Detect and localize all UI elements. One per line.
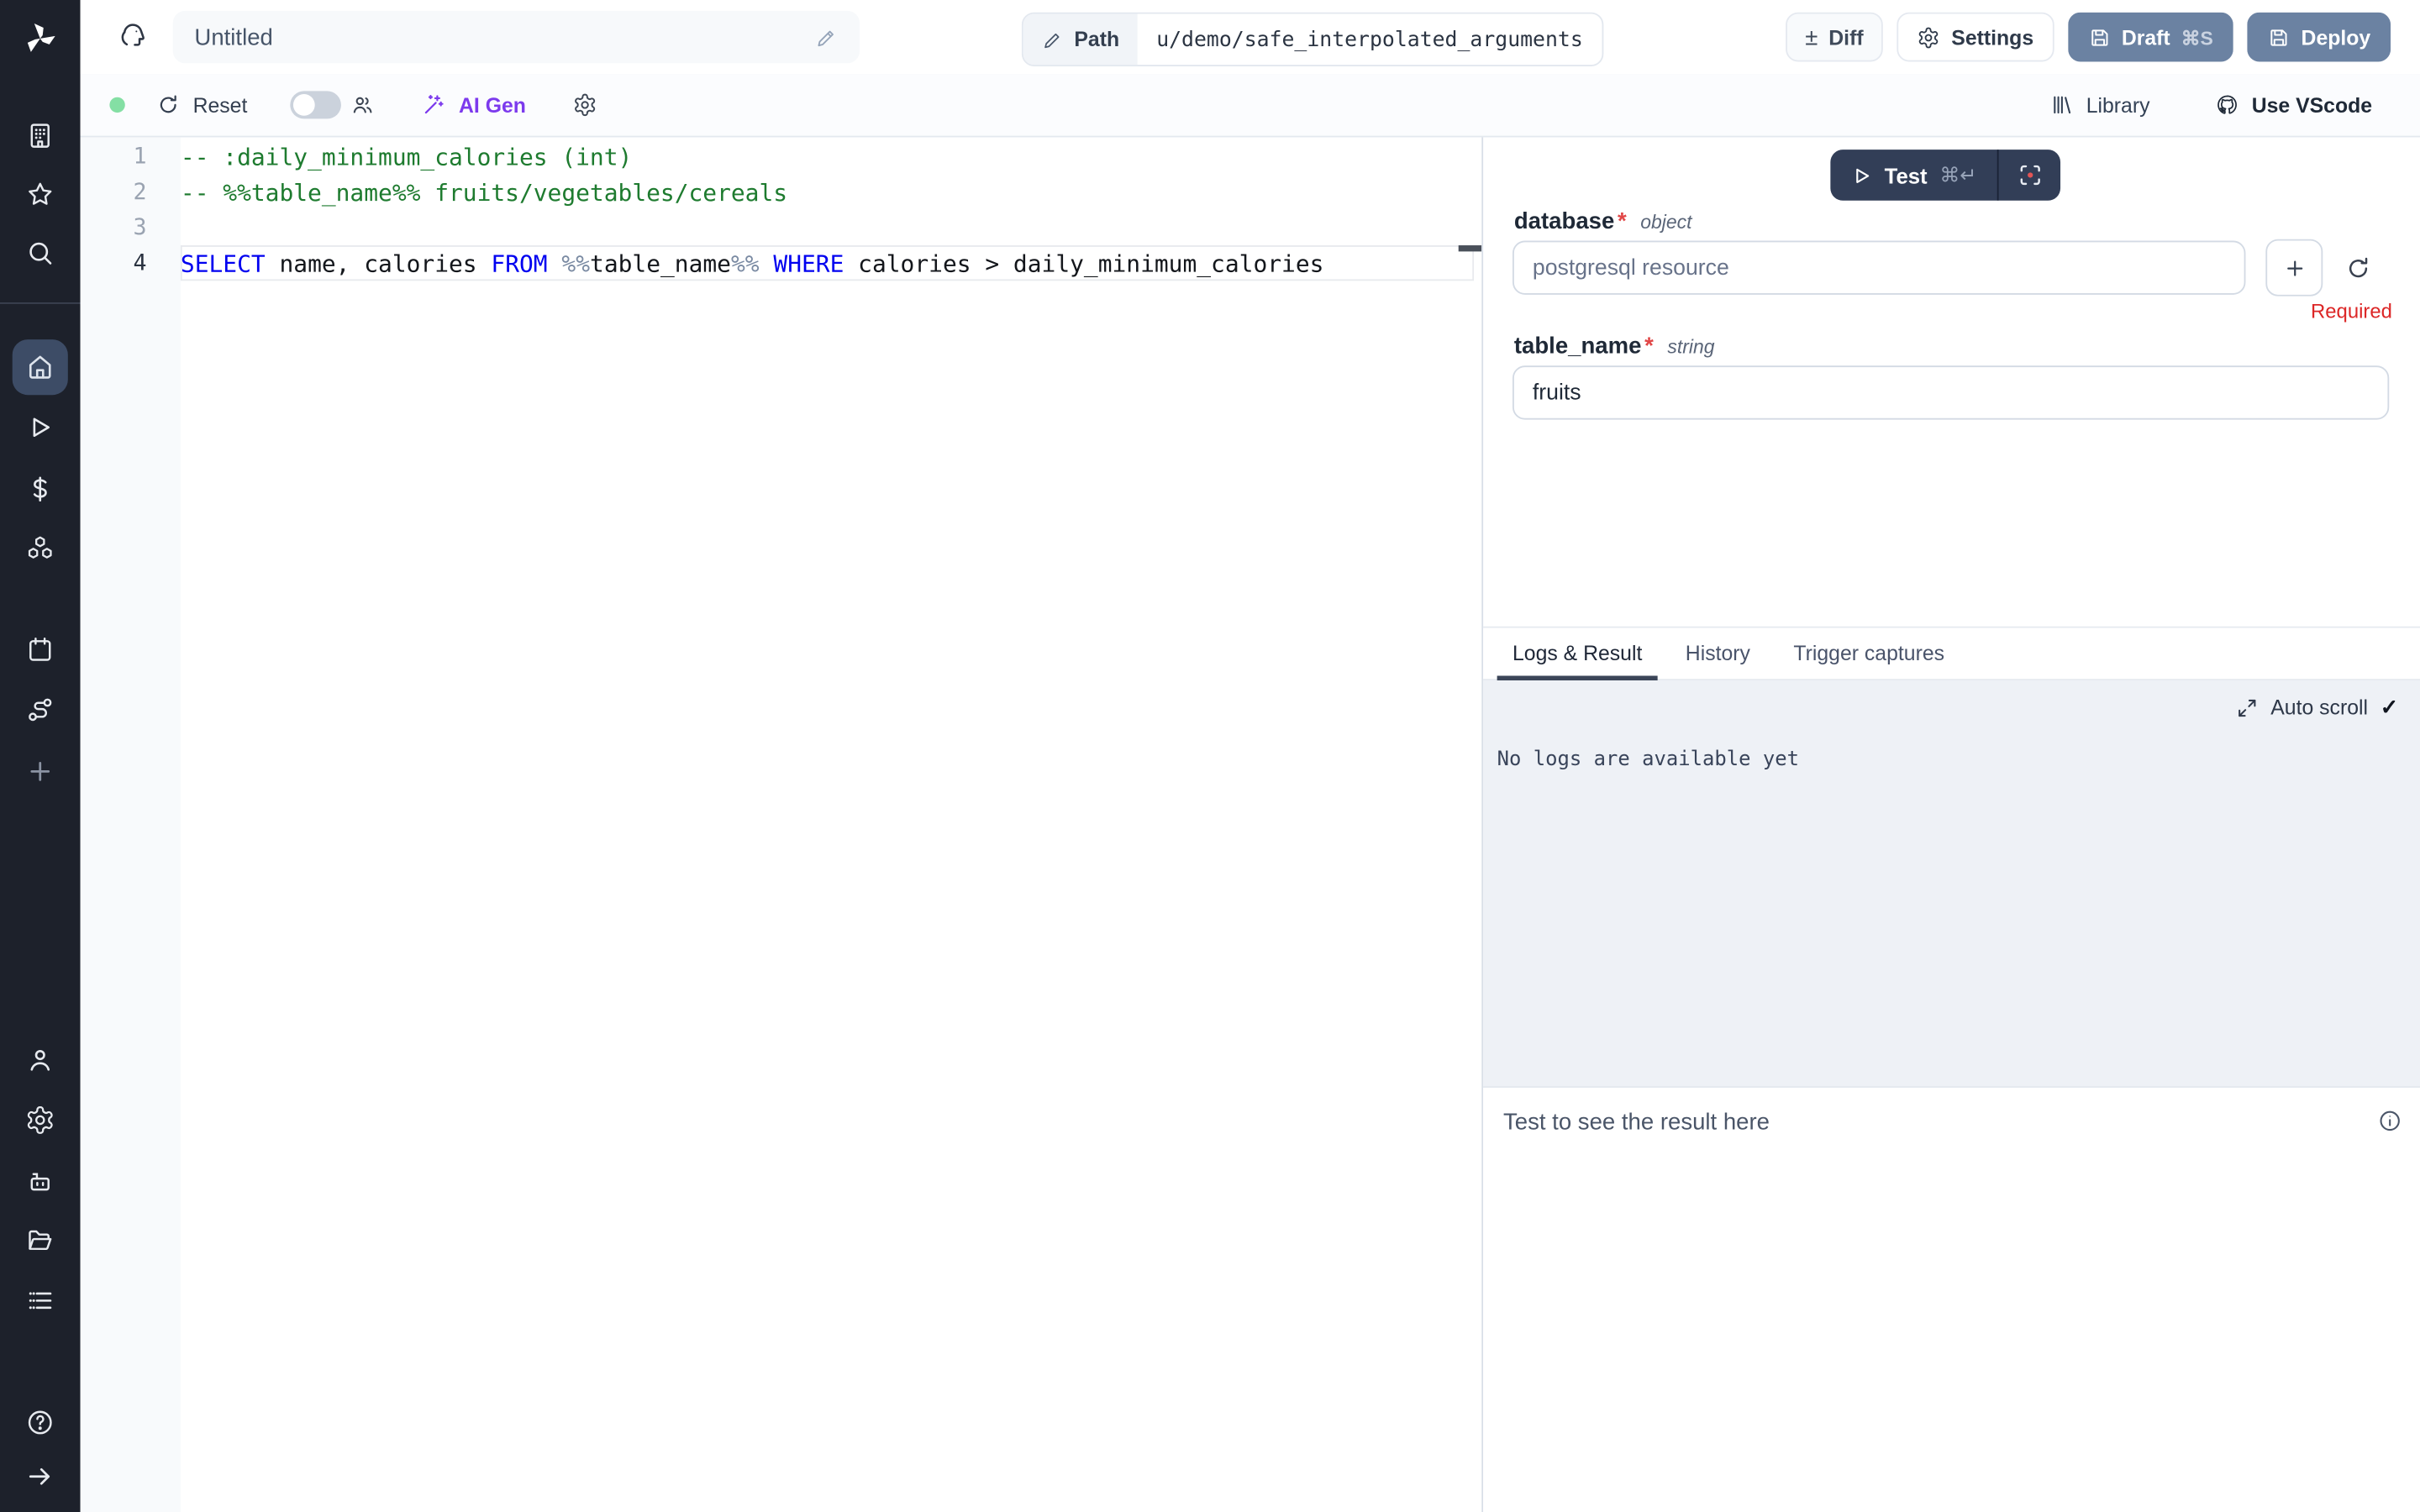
status-dot — [109, 97, 124, 113]
required-note: Required — [2311, 299, 2392, 323]
sidebar-item-favorites[interactable] — [24, 179, 55, 210]
plus-icon — [2282, 255, 2307, 280]
plus-minus-icon: ± — [1805, 24, 1818, 50]
auto-scroll-check-icon[interactable]: ✓ — [2381, 695, 2399, 721]
database-field-type: object — [1640, 212, 1691, 234]
code-editor[interactable]: 1 -- :daily_minimum_calories (int) 2 -- … — [81, 137, 1482, 1512]
sidebar-item-help[interactable] — [24, 1407, 55, 1438]
ai-gen-button[interactable]: AI Gen — [422, 92, 526, 117]
main-area: Untitled Path u/demo/safe_interpolated_a… — [81, 0, 2420, 1512]
result-area: Test to see the result here — [1483, 1088, 2420, 1512]
result-placeholder: Test to see the result here — [1503, 1110, 1770, 1136]
required-asterisk: * — [1644, 333, 1654, 360]
reset-button[interactable]: Reset — [156, 92, 248, 117]
edit-name-pencil-icon — [815, 25, 839, 49]
sidebar-item-variables[interactable] — [24, 474, 55, 505]
test-shortcut: ⌘↵ — [1939, 163, 1976, 187]
code-line-active: 4 SELECT name, calories FROM %%table_nam… — [81, 245, 1482, 281]
sidebar-item-flows[interactable] — [24, 695, 55, 726]
scan-capture-icon — [2017, 162, 2043, 188]
add-resource-button[interactable] — [2265, 239, 2323, 297]
sidebar-item-home[interactable] — [13, 339, 68, 395]
tab-trigger-captures[interactable]: Trigger captures — [1778, 628, 1960, 680]
editor-gutter — [81, 137, 181, 1512]
logs-empty-message: No logs are available yet — [1497, 748, 1799, 772]
test-button[interactable]: Test ⌘↵ — [1830, 150, 1996, 201]
sidebar-item-folders[interactable] — [24, 1225, 55, 1256]
line-number: 4 — [81, 250, 147, 275]
sidebar-item-resources[interactable] — [24, 534, 55, 565]
line-number: 3 — [81, 215, 147, 239]
sidebar-item-users[interactable] — [24, 1044, 55, 1075]
database-input[interactable] — [1512, 241, 2245, 295]
code-line: 3 — [81, 210, 1482, 245]
draft-shortcut: ⌘S — [2181, 25, 2213, 49]
path-button[interactable]: Path u/demo/safe_interpolated_arguments — [1022, 13, 1603, 66]
draft-button[interactable]: Draft ⌘S — [2068, 13, 2233, 62]
toggle-knob — [293, 94, 315, 116]
use-vscode-button[interactable]: Use VScode — [2215, 92, 2372, 117]
sidebar-item-schedules[interactable] — [24, 634, 55, 665]
sidebar-item-audit-logs[interactable] — [24, 1285, 55, 1316]
sidebar-item-create[interactable] — [24, 756, 55, 787]
refresh-resources-button[interactable] — [2344, 254, 2372, 281]
script-name-input[interactable]: Untitled — [173, 11, 860, 63]
line-number: 1 — [81, 144, 147, 169]
sidebar-item-search[interactable] — [24, 238, 55, 269]
result-tabs: Logs & Result History Trigger captures — [1483, 627, 2420, 680]
wand-sparkles-icon — [422, 92, 446, 117]
save-icon — [2087, 25, 2111, 49]
library-icon — [2049, 92, 2074, 117]
sidebar — [0, 0, 81, 1512]
table-name-input[interactable] — [1512, 365, 2389, 419]
capture-test-button[interactable] — [1999, 150, 2060, 201]
sidebar-expand-icon[interactable] — [24, 1461, 55, 1492]
collab-toggle[interactable] — [291, 91, 342, 118]
path-value: u/demo/safe_interpolated_arguments — [1138, 14, 1602, 66]
gear-icon — [1918, 25, 1941, 49]
expand-icon[interactable] — [2237, 696, 2259, 718]
sidebar-item-workspace[interactable] — [24, 120, 55, 151]
refresh-icon — [156, 92, 181, 117]
path-label: Path — [1074, 28, 1119, 51]
people-icon — [350, 92, 375, 117]
test-button-group: Test ⌘↵ — [1830, 150, 2060, 201]
library-button[interactable]: Library — [2049, 92, 2150, 117]
sidebar-item-workers[interactable] — [24, 1167, 55, 1198]
info-icon[interactable] — [2377, 1108, 2403, 1134]
play-icon — [1850, 165, 1872, 186]
code-line: 1 -- :daily_minimum_calories (int) — [81, 139, 1482, 174]
github-icon — [2215, 92, 2239, 117]
script-name: Untitled — [194, 24, 814, 50]
line-number: 2 — [81, 180, 147, 204]
logs-area: Auto scroll ✓ No logs are available yet — [1483, 680, 2420, 1088]
settings-button[interactable]: Settings — [1897, 13, 2054, 62]
table-name-field-label: table_name — [1514, 333, 1642, 360]
save-icon — [2267, 25, 2291, 49]
deploy-button[interactable]: Deploy — [2247, 13, 2391, 62]
postgresql-icon — [116, 20, 150, 54]
app-window: Untitled Path u/demo/safe_interpolated_a… — [0, 0, 2420, 1512]
sidebar-item-settings[interactable] — [24, 1105, 55, 1136]
sidebar-item-runs[interactable] — [24, 412, 55, 443]
path-pencil-icon — [1042, 29, 1064, 50]
tab-history[interactable]: History — [1670, 628, 1765, 680]
overview-ruler-cursor — [1459, 245, 1482, 250]
table-name-field-type: string — [1667, 336, 1714, 358]
windmill-logo-icon[interactable] — [20, 18, 60, 59]
tab-logs-result[interactable]: Logs & Result — [1497, 628, 1658, 680]
auto-scroll-label[interactable]: Auto scroll — [2270, 696, 2368, 719]
database-field-label: database — [1514, 208, 1614, 234]
editor-settings-gear-icon[interactable] — [572, 92, 597, 117]
code-line: 2 -- %%table_name%% fruits/vegetables/ce… — [81, 175, 1482, 210]
editor-toolbar: Reset AI Gen Library Use VScode — [81, 74, 2420, 137]
diff-button[interactable]: ± Diff — [1785, 13, 1883, 62]
top-bar: Untitled Path u/demo/safe_interpolated_a… — [81, 0, 2420, 76]
test-panel: Test ⌘↵ database* object — [1481, 137, 2420, 1512]
required-asterisk: * — [1618, 208, 1627, 234]
sidebar-divider — [0, 302, 81, 304]
